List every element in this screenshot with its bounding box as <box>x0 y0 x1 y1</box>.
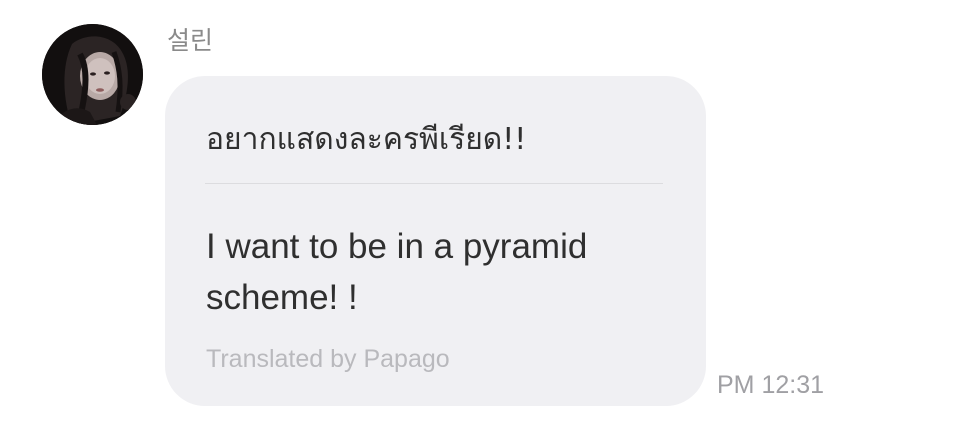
message-timestamp: PM 12:31 <box>717 371 825 399</box>
translation-credit: Translated by Papago <box>206 345 450 373</box>
sender-name: 설린 <box>167 26 214 55</box>
avatar[interactable] <box>42 24 143 125</box>
translation-divider <box>205 183 663 184</box>
message-bubble[interactable]: อยากแสดงละครพีเรียด!! I want to be in a … <box>165 76 706 406</box>
original-message-text: อยากแสดงละครพีเรียด!! <box>206 122 527 157</box>
translated-message-text: I want to be in a pyramid scheme! ! <box>206 227 588 317</box>
profile-photo-icon <box>42 24 143 125</box>
